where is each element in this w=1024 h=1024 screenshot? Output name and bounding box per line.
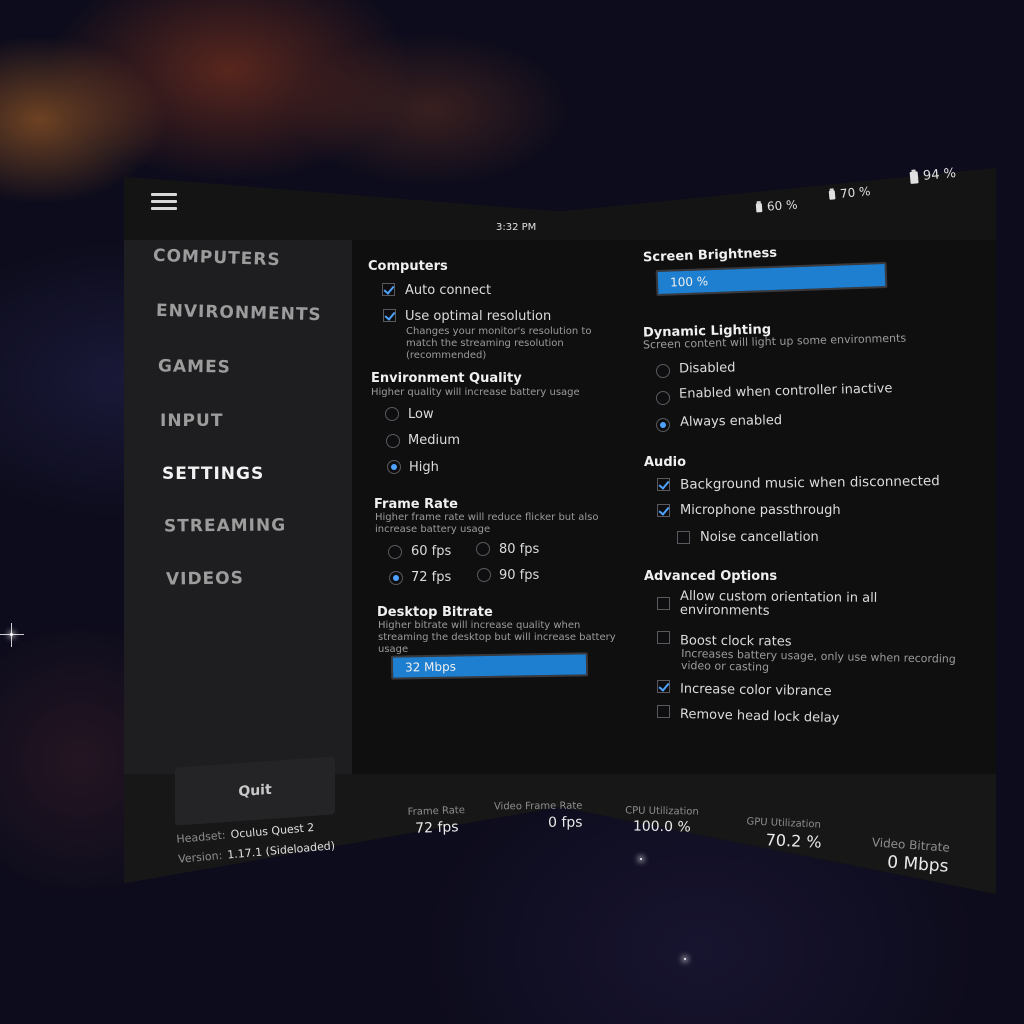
sidebar-item-settings[interactable]: SETTINGS [162, 464, 264, 484]
star [0, 623, 24, 647]
quit-button[interactable]: Quit [175, 756, 335, 826]
optimal-resolution-desc: Changes your monitor's resolution to mat… [406, 326, 592, 361]
stat-value: 72 fps [414, 819, 459, 837]
stat-video-frame-rate: Video Frame Rate 0 fps [494, 801, 583, 832]
fps-72-label: 72 fps [411, 570, 452, 585]
frame-rate-desc: Higher frame rate will reduce flicker bu… [375, 512, 599, 535]
stat-label: Video Frame Rate [493, 800, 583, 813]
frame-rate-title: Frame Rate [374, 497, 458, 512]
color-vibrance-label: Increase color vibrance [679, 681, 832, 700]
optimal-resolution-checkbox[interactable] [383, 309, 396, 322]
clock: 3:32 PM [496, 222, 537, 233]
battery-value: 94 % [922, 166, 957, 184]
desktop-bitrate-value: 32 Mbps [404, 659, 457, 675]
lighting-always-label: Always enabled [679, 413, 783, 430]
controller-battery: 60 % [755, 197, 798, 215]
stat-label: CPU Utilization [625, 805, 699, 818]
fps-90-radio[interactable] [477, 568, 491, 582]
color-vibrance-checkbox[interactable] [657, 680, 670, 693]
noise-cancellation-checkbox[interactable] [677, 531, 690, 544]
noise-cancellation-label: Noise cancellation [700, 530, 819, 545]
fps-60-radio[interactable] [388, 545, 402, 559]
quality-low-label: Low [408, 407, 434, 422]
desktop-bitrate-slider[interactable]: 32 Mbps [390, 652, 589, 680]
stat-value: 100.0 % [632, 818, 691, 836]
microphone-passthrough-checkbox[interactable] [657, 504, 670, 517]
custom-orientation-label: Allow custom orientation in all environm… [679, 588, 878, 619]
quality-high-radio[interactable] [387, 460, 401, 474]
fps-80-label: 80 fps [499, 542, 540, 557]
custom-orientation-checkbox[interactable] [657, 597, 670, 610]
stat-label: GPU Utilization [746, 816, 822, 831]
auto-connect-label: Auto connect [405, 283, 492, 298]
controller-battery-icon [828, 190, 836, 200]
stat-frame-rate: Frame Rate 72 fps [407, 805, 465, 837]
quality-high-label: High [409, 460, 439, 475]
screen-brightness-value: 100 % [669, 274, 709, 290]
sidebar-item-input[interactable]: INPUT [160, 411, 223, 431]
quality-medium-label: Medium [408, 433, 460, 448]
quality-low-radio[interactable] [385, 407, 399, 421]
battery-value: 60 % [766, 197, 798, 214]
environment-quality-title: Environment Quality [371, 371, 522, 386]
star [640, 858, 642, 860]
optimal-resolution-label: Use optimal resolution [405, 309, 552, 324]
fps-72-radio[interactable] [389, 571, 403, 585]
desktop-bitrate-title: Desktop Bitrate [377, 605, 493, 620]
stat-value: 0 Mbps [886, 852, 950, 877]
stat-cpu-utilization: CPU Utilization 100.0 % [625, 805, 699, 835]
controller-battery-icon [755, 203, 763, 213]
fps-60-label: 60 fps [411, 544, 452, 559]
lighting-disabled-radio[interactable] [656, 364, 670, 378]
sidebar-item-streaming[interactable]: STREAMING [164, 515, 286, 536]
microphone-passthrough-label: Microphone passthrough [680, 503, 841, 518]
version-label: Version: [177, 848, 223, 866]
boost-clock-checkbox[interactable] [657, 631, 670, 644]
environment-quality-desc: Higher quality will increase battery usa… [371, 387, 580, 398]
lighting-inactive-radio[interactable] [656, 391, 670, 405]
stat-video-bitrate: Video Bitrate 0 Mbps [870, 835, 950, 876]
stat-gpu-utilization: GPU Utilization 70.2 % [745, 816, 822, 851]
advanced-options-title: Advanced Options [644, 569, 778, 584]
fps-80-radio[interactable] [476, 542, 490, 556]
sidebar-item-games[interactable]: GAMES [158, 356, 231, 377]
computers-title: Computers [368, 259, 448, 274]
sidebar-item-videos[interactable]: VIDEOS [166, 568, 244, 589]
background-music-checkbox[interactable] [657, 478, 670, 491]
lighting-disabled-label: Disabled [678, 360, 736, 377]
stat-value: 70.2 % [765, 830, 823, 852]
star [684, 958, 686, 960]
quality-medium-radio[interactable] [386, 434, 400, 448]
headset-label: Headset: [175, 828, 227, 846]
head-lock-checkbox[interactable] [657, 705, 670, 718]
quit-label: Quit [238, 781, 272, 801]
lighting-always-radio[interactable] [656, 418, 670, 432]
battery-value: 70 % [839, 184, 872, 201]
fps-90-label: 90 fps [499, 568, 540, 583]
stat-label: Frame Rate [407, 805, 466, 819]
desktop-bitrate-desc: Higher bitrate will increase quality whe… [378, 620, 616, 655]
stat-value: 0 fps [547, 814, 583, 831]
headset-battery-icon [909, 170, 919, 184]
hamburger-menu-icon[interactable] [151, 193, 177, 211]
version-value: 1.17.1 (Sideloaded) [226, 839, 336, 862]
auto-connect-checkbox[interactable] [382, 283, 395, 296]
header-bar [124, 168, 996, 246]
audio-title: Audio [644, 455, 687, 470]
